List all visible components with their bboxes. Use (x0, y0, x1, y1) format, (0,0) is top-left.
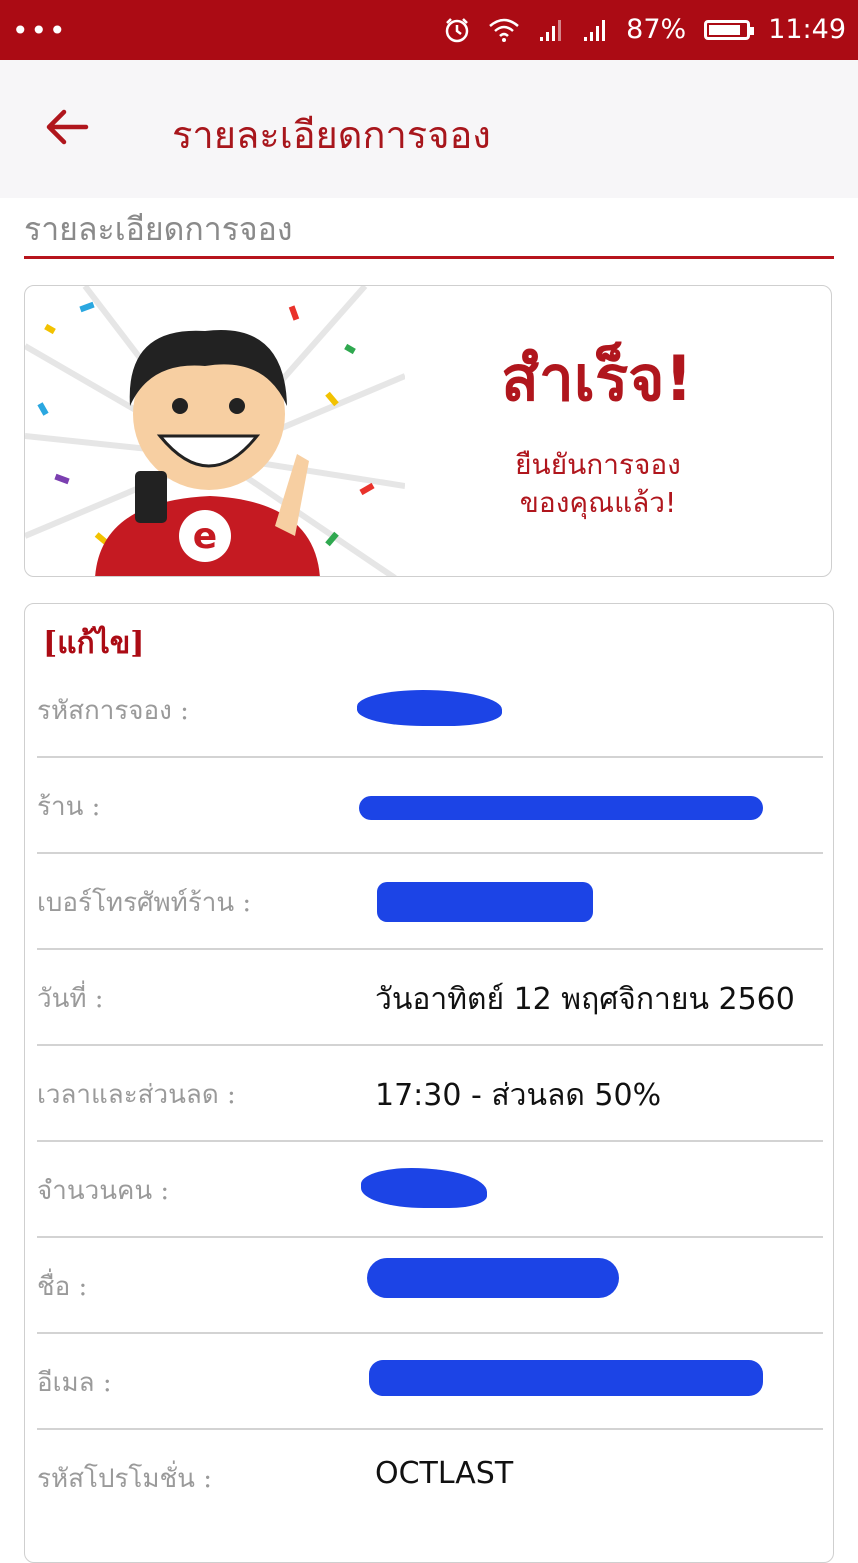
detail-row-booking-code: รหัสการจอง : (37, 662, 823, 758)
row-value: OCTLAST (375, 1456, 514, 1491)
row-value: วันอาทิตย์ 12 พฤศจิกายน 2560 (375, 982, 795, 1017)
redaction-mark (367, 1258, 619, 1298)
clock: 11:49 (768, 14, 846, 45)
section-divider (24, 256, 834, 259)
signal-icon (540, 19, 562, 41)
detail-row-party-size: จำนวนคน : (37, 1142, 823, 1238)
booking-details-card: [แก้ไข] รหัสการจอง : ร้าน : เบอร์โทรศัพท… (24, 603, 834, 1563)
detail-row-restaurant: ร้าน : (37, 758, 823, 854)
wifi-icon (489, 18, 519, 42)
status-icons: 87% 11:49 (444, 14, 846, 45)
row-label: เวลาและส่วนลด : (37, 1080, 236, 1110)
battery-icon (704, 19, 755, 40)
row-label: รหัสโปรโมชั่น : (37, 1464, 212, 1494)
success-line-2: ของคุณแล้ว! (519, 486, 677, 519)
edit-link[interactable]: [แก้ไข] (43, 620, 144, 667)
row-label: เบอร์โทรศัพท์ร้าน : (37, 888, 252, 918)
row-label: ชื่อ : (37, 1272, 88, 1302)
redaction-mark (359, 796, 763, 820)
page-title: รายละเอียดการจอง (172, 113, 491, 157)
detail-row-email: อีเมล : (37, 1334, 823, 1430)
redaction-mark (377, 882, 593, 922)
row-label: ร้าน : (37, 792, 101, 822)
redaction-mark (369, 1360, 763, 1396)
row-value: 17:30 - ส่วนลด 50% (375, 1078, 662, 1113)
row-label: รหัสการจอง : (37, 696, 189, 726)
success-message: ยืนยันการจอง ของคุณแล้ว! (463, 446, 733, 522)
signal-icon (584, 19, 606, 41)
redaction-mark (361, 1168, 487, 1208)
detail-row-name: ชื่อ : (37, 1238, 823, 1334)
section-title: รายละเอียดการจอง (24, 210, 293, 248)
notification-dots-icon: ••• (12, 14, 68, 47)
row-label: อีเมล : (37, 1368, 112, 1398)
alarm-icon (445, 17, 469, 42)
success-banner: e สำเร็จ! ยืนยันการจอง ของคุณแล้ว! (24, 285, 832, 577)
battery-fill (709, 24, 741, 35)
back-arrow-icon[interactable] (42, 102, 92, 152)
mascot-illustration: e (25, 286, 405, 576)
detail-row-promo-code: รหัสโปรโมชั่น : OCTLAST (37, 1430, 823, 1524)
success-line-1: ยืนยันการจอง (515, 448, 681, 481)
status-bar: ••• 87% 11:49 (0, 0, 858, 60)
battery-percent: 87% (626, 14, 687, 45)
detail-row-date: วันที่ : วันอาทิตย์ 12 พฤศจิกายน 2560 (37, 950, 823, 1046)
svg-text:e: e (193, 516, 217, 557)
detail-row-restaurant-phone: เบอร์โทรศัพท์ร้าน : (37, 854, 823, 950)
success-headline: สำเร็จ! (501, 342, 693, 415)
app-toolbar: รายละเอียดการจอง (0, 60, 858, 198)
row-label: จำนวนคน : (37, 1176, 170, 1206)
row-label: วันที่ : (37, 984, 104, 1014)
redaction-mark (357, 690, 502, 726)
detail-row-time-discount: เวลาและส่วนลด : 17:30 - ส่วนลด 50% (37, 1046, 823, 1142)
